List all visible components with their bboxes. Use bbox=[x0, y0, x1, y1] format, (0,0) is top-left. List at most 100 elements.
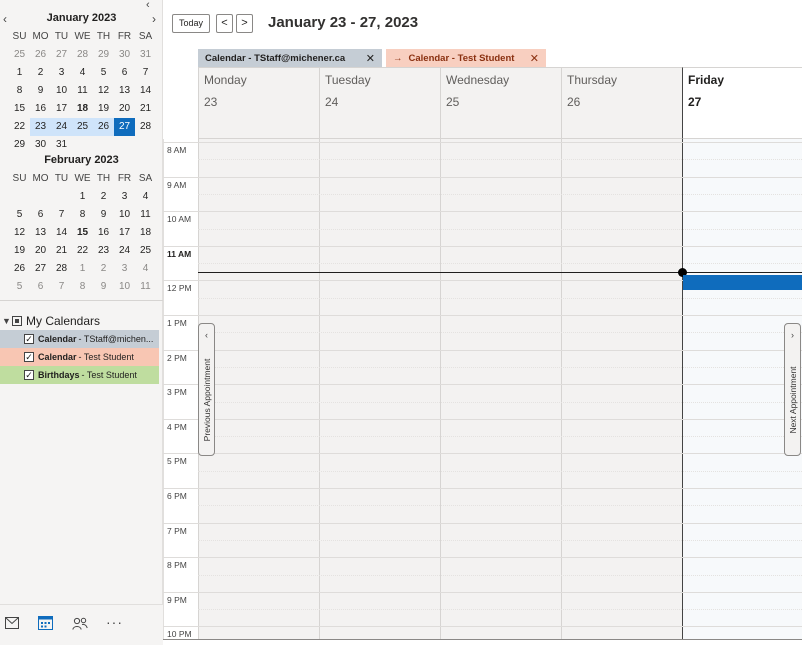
next-appointment-button[interactable]: › Next Appointment bbox=[784, 323, 801, 456]
mini-calendar-day[interactable]: 25 bbox=[72, 118, 93, 136]
day-header-wednesday[interactable]: Wednesday 25 bbox=[440, 67, 561, 139]
mini-calendar-day[interactable]: 16 bbox=[93, 224, 114, 242]
mini-calendar-day[interactable]: 27 bbox=[30, 260, 51, 278]
calendar-list-item[interactable]: ✓ Birthdays - Test Student bbox=[0, 366, 159, 384]
checkbox-checked-icon[interactable]: ✓ bbox=[24, 370, 34, 380]
mini-calendar-day[interactable]: 22 bbox=[72, 242, 93, 260]
mini-calendar-day[interactable]: 19 bbox=[93, 100, 114, 118]
mini-calendar-day[interactable]: 10 bbox=[51, 82, 72, 100]
calendar-list-item[interactable]: ✓ Calendar - Test Student bbox=[0, 348, 159, 366]
day-column[interactable] bbox=[440, 139, 561, 639]
mini-calendar-day[interactable]: 27 bbox=[114, 118, 135, 136]
mini-calendar-day[interactable]: 1 bbox=[72, 260, 93, 278]
mini-calendar-day[interactable]: 28 bbox=[135, 118, 156, 136]
mini-calendar-day[interactable]: 27 bbox=[51, 46, 72, 64]
mail-icon[interactable] bbox=[5, 617, 19, 629]
mini-calendar-day[interactable]: 23 bbox=[30, 118, 51, 136]
mini-calendar-day[interactable]: 5 bbox=[93, 64, 114, 82]
mini-calendar-day[interactable]: 28 bbox=[72, 46, 93, 64]
mini-calendar-day[interactable]: 12 bbox=[9, 224, 30, 242]
mini-calendar-day[interactable]: 5 bbox=[9, 206, 30, 224]
tab-calendar-test-student[interactable]: → Calendar - Test Student ✕ bbox=[386, 49, 546, 67]
chevron-down-icon[interactable]: ▼ bbox=[2, 316, 12, 326]
mini-calendar-day[interactable]: 3 bbox=[114, 188, 135, 206]
mini-calendar-day[interactable]: 6 bbox=[114, 64, 135, 82]
mini-calendar-day[interactable]: 11 bbox=[72, 82, 93, 100]
mini-calendar-day[interactable]: 10 bbox=[114, 206, 135, 224]
day-header-thursday[interactable]: Thursday 26 bbox=[561, 67, 682, 139]
arrow-right-icon[interactable]: → bbox=[393, 53, 403, 64]
mini-calendar-day[interactable]: 2 bbox=[93, 188, 114, 206]
mini-calendar-day[interactable]: 7 bbox=[51, 206, 72, 224]
mini-calendar-day[interactable]: 1 bbox=[9, 64, 30, 82]
mini-calendar-day[interactable]: 20 bbox=[30, 242, 51, 260]
mini-calendar-day[interactable]: 18 bbox=[72, 100, 93, 118]
collapse-pane-icon[interactable]: ‹ bbox=[146, 0, 150, 11]
mini-calendar-day[interactable]: 12 bbox=[93, 82, 114, 100]
today-button[interactable]: Today bbox=[172, 13, 210, 33]
mini-calendar-day[interactable]: 31 bbox=[135, 46, 156, 64]
mini-calendar-day[interactable]: 24 bbox=[114, 242, 135, 260]
mini-calendar-day[interactable]: 14 bbox=[135, 82, 156, 100]
mini-calendar-day[interactable]: 9 bbox=[30, 82, 51, 100]
group-checkbox-icon[interactable] bbox=[12, 316, 22, 326]
mini-calendar-day[interactable]: 29 bbox=[93, 46, 114, 64]
mini-calendar-day[interactable]: 8 bbox=[72, 278, 93, 296]
mini-calendar-day[interactable]: 26 bbox=[9, 260, 30, 278]
mini-calendar-day[interactable]: 10 bbox=[114, 278, 135, 296]
mini-calendar-day[interactable]: 3 bbox=[114, 260, 135, 278]
chevron-right-icon[interactable]: › bbox=[152, 12, 156, 26]
mini-calendar-day[interactable]: 2 bbox=[93, 260, 114, 278]
mini-calendar-day[interactable]: 18 bbox=[135, 224, 156, 242]
mini-calendar-day[interactable]: 21 bbox=[51, 242, 72, 260]
mini-calendar-day[interactable]: 30 bbox=[30, 136, 51, 154]
mini-calendar-day[interactable]: 26 bbox=[93, 118, 114, 136]
mini-calendar-day[interactable]: 6 bbox=[30, 206, 51, 224]
mini-calendar-day[interactable]: 9 bbox=[93, 206, 114, 224]
mini-calendar-day[interactable]: 5 bbox=[9, 278, 30, 296]
mini-calendar-day[interactable]: 8 bbox=[9, 82, 30, 100]
mini-calendar-day[interactable]: 3 bbox=[51, 64, 72, 82]
mini-calendar-day[interactable]: 4 bbox=[72, 64, 93, 82]
mini-calendar-day[interactable]: 8 bbox=[72, 206, 93, 224]
calendar-icon[interactable] bbox=[38, 616, 53, 630]
my-calendars-header[interactable]: ▼ My Calendars bbox=[0, 312, 163, 330]
mini-calendar-day[interactable]: 13 bbox=[114, 82, 135, 100]
mini-calendar-day[interactable]: 29 bbox=[9, 136, 30, 154]
mini-calendar-day[interactable]: 24 bbox=[51, 118, 72, 136]
mini-calendar-day[interactable]: 11 bbox=[135, 206, 156, 224]
calendar-event[interactable] bbox=[683, 274, 802, 290]
more-icon[interactable]: ··· bbox=[106, 614, 123, 630]
mini-calendar-day[interactable]: 7 bbox=[51, 278, 72, 296]
day-header-friday[interactable]: Friday 27 bbox=[682, 67, 802, 139]
mini-calendar-day[interactable]: 26 bbox=[30, 46, 51, 64]
close-icon[interactable]: ✕ bbox=[366, 52, 375, 65]
checkbox-checked-icon[interactable]: ✓ bbox=[24, 334, 34, 344]
previous-appointment-button[interactable]: ‹ Previous Appointment bbox=[198, 323, 215, 456]
mini-calendar-day[interactable]: 25 bbox=[135, 242, 156, 260]
close-icon[interactable]: ✕ bbox=[530, 52, 539, 65]
next-week-button[interactable]: > bbox=[236, 13, 253, 33]
mini-calendar-day[interactable]: 30 bbox=[114, 46, 135, 64]
day-header-tuesday[interactable]: Tuesday 24 bbox=[319, 67, 440, 139]
mini-calendar-day[interactable]: 14 bbox=[51, 224, 72, 242]
mini-calendar-day[interactable]: 23 bbox=[93, 242, 114, 260]
mini-calendar-day[interactable]: 13 bbox=[30, 224, 51, 242]
mini-calendar-day[interactable]: 4 bbox=[135, 188, 156, 206]
previous-week-button[interactable]: < bbox=[216, 13, 233, 33]
people-icon[interactable] bbox=[72, 617, 88, 630]
mini-calendar-day[interactable]: 11 bbox=[135, 278, 156, 296]
mini-calendar-day[interactable]: 15 bbox=[72, 224, 93, 242]
mini-calendar-day[interactable]: 31 bbox=[51, 136, 72, 154]
mini-calendar-day[interactable]: 1 bbox=[72, 188, 93, 206]
mini-calendar-day[interactable]: 7 bbox=[135, 64, 156, 82]
mini-calendar-day[interactable]: 19 bbox=[9, 242, 30, 260]
mini-calendar-day[interactable]: 4 bbox=[135, 260, 156, 278]
mini-calendar-day[interactable]: 9 bbox=[93, 278, 114, 296]
checkbox-checked-icon[interactable]: ✓ bbox=[24, 352, 34, 362]
mini-calendar-day[interactable]: 21 bbox=[135, 100, 156, 118]
day-column[interactable] bbox=[198, 139, 319, 639]
calendar-list-item[interactable]: ✓ Calendar - TStaff@michen... bbox=[0, 330, 159, 348]
mini-calendar-day[interactable]: 20 bbox=[114, 100, 135, 118]
mini-calendar-day[interactable]: 17 bbox=[51, 100, 72, 118]
